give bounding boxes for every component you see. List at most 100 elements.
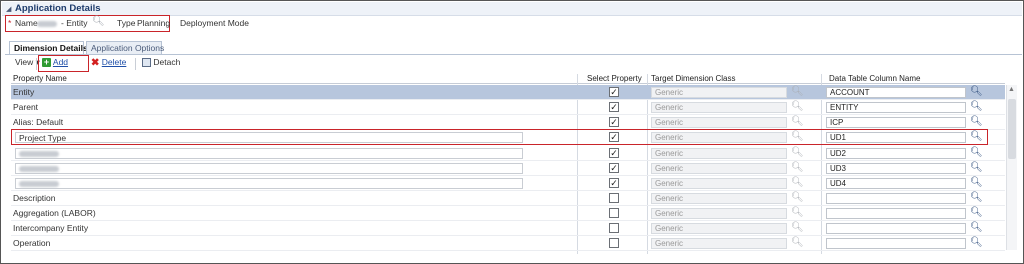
magnifier-icon[interactable]: 🔍︎ xyxy=(791,237,804,248)
target-dimension-class-field[interactable]: Generic xyxy=(651,148,787,159)
column-header-target-dimension-class[interactable]: Target Dimension Class xyxy=(651,74,735,83)
data-table-column-input[interactable]: ACCOUNT xyxy=(826,87,966,98)
data-table-column-value: UD4 xyxy=(830,179,847,188)
select-property-checkbox[interactable]: ✓ xyxy=(609,178,619,188)
table-row[interactable]: Entity ✓ Generic 🔍︎ ACCOUNT 🔍︎ xyxy=(11,85,1005,100)
target-dimension-class-value: Generic xyxy=(655,88,684,97)
application-details-title: Application Details xyxy=(15,3,101,14)
data-table-column-input[interactable] xyxy=(826,238,966,249)
detach-button[interactable]: Detach xyxy=(142,57,180,68)
add-button[interactable]: + Add xyxy=(42,57,68,68)
application-window: ◢ Application Details * Name - Entity 🔍︎… xyxy=(0,0,1024,264)
target-dimension-class-field[interactable]: Generic xyxy=(651,238,787,249)
table-row[interactable]: ✓ Generic 🔍︎ UD3 🔍︎ xyxy=(11,161,1005,176)
property-name-input[interactable] xyxy=(15,148,523,159)
magnifier-icon[interactable]: 🔍︎ xyxy=(970,222,983,233)
detach-icon xyxy=(142,58,151,68)
data-table-column-input[interactable] xyxy=(826,208,966,219)
magnifier-icon[interactable]: 🔍︎ xyxy=(791,192,804,203)
target-dimension-class-value: Generic xyxy=(655,239,684,248)
data-table-column-value: UD2 xyxy=(830,149,847,158)
column-header-select-property[interactable]: Select Property xyxy=(587,74,642,83)
magnifier-icon[interactable]: 🔍︎ xyxy=(791,101,804,112)
select-property-checkbox[interactable]: ✓ xyxy=(609,163,619,173)
table-row[interactable]: Operation Generic 🔍︎ 🔍︎ xyxy=(11,236,1005,251)
data-table-column-input[interactable] xyxy=(826,193,966,204)
select-property-checkbox[interactable] xyxy=(609,238,619,248)
target-dimension-class-value: Generic xyxy=(655,103,684,112)
magnifier-icon[interactable]: 🔍︎ xyxy=(791,207,804,218)
target-dimension-class-value: Generic xyxy=(655,118,684,127)
type-value: Planning xyxy=(137,18,171,28)
data-table-column-input[interactable]: UD2 xyxy=(826,148,966,159)
target-dimension-class-field[interactable]: Generic xyxy=(651,223,787,234)
type-label: Type xyxy=(117,18,136,28)
target-dimension-class-value: Generic xyxy=(655,179,684,188)
magnifier-icon[interactable]: 🔍︎ xyxy=(970,192,983,203)
table-row[interactable]: Aggregation (LABOR) Generic 🔍︎ 🔍︎ xyxy=(11,206,1005,221)
magnifier-icon[interactable]: 🔍︎ xyxy=(791,86,804,97)
table-row[interactable]: ✓ Generic 🔍︎ UD2 🔍︎ xyxy=(11,146,1005,161)
target-dimension-class-field[interactable]: Generic xyxy=(651,163,787,174)
magnifier-icon[interactable]: 🔍︎ xyxy=(791,222,804,233)
magnifier-icon[interactable]: 🔍︎ xyxy=(970,116,983,127)
magnifier-icon[interactable]: 🔍︎ xyxy=(970,147,983,158)
required-marker: * xyxy=(8,18,12,28)
magnifier-icon[interactable]: 🔍︎ xyxy=(970,237,983,248)
scroll-up-icon[interactable]: ▲ xyxy=(1008,86,1015,93)
magnifier-icon[interactable]: 🔍︎ xyxy=(970,207,983,218)
magnifier-icon[interactable]: 🔍︎ xyxy=(970,177,983,188)
table-row[interactable]: Parent ✓ Generic 🔍︎ ENTITY 🔍︎ xyxy=(11,100,1005,115)
property-name-text: Intercompany Entity xyxy=(13,223,89,233)
vertical-scrollbar[interactable]: ▲ xyxy=(1006,85,1017,250)
scrollbar-thumb[interactable] xyxy=(1008,99,1016,159)
search-icon[interactable]: 🔍︎ xyxy=(92,16,105,27)
data-table-column-value: ICP xyxy=(830,118,844,127)
magnifier-icon[interactable]: 🔍︎ xyxy=(970,162,983,173)
table-row[interactable]: Alias: Default ✓ Generic 🔍︎ ICP 🔍︎ xyxy=(11,115,1005,130)
name-value-redacted xyxy=(37,18,57,28)
select-property-checkbox[interactable]: ✓ xyxy=(609,148,619,158)
select-property-checkbox[interactable] xyxy=(609,208,619,218)
target-dimension-class-field[interactable]: Generic xyxy=(651,87,787,98)
select-property-checkbox[interactable] xyxy=(609,223,619,233)
select-property-checkbox[interactable]: ✓ xyxy=(609,102,619,112)
tab-dimension-details[interactable]: Dimension Details xyxy=(9,41,88,55)
delete-button[interactable]: ✖ Delete xyxy=(91,57,126,68)
data-table-column-input[interactable]: ICP xyxy=(826,117,966,128)
magnifier-icon[interactable]: 🔍︎ xyxy=(791,116,804,127)
magnifier-icon[interactable]: 🔍︎ xyxy=(791,147,804,158)
target-dimension-class-field[interactable]: Generic xyxy=(651,117,787,128)
select-property-checkbox[interactable]: ✓ xyxy=(609,117,619,127)
data-table-column-value: UD3 xyxy=(830,164,847,173)
column-header-property-name[interactable]: Property Name xyxy=(13,74,67,83)
application-details-header[interactable]: ◢ Application Details xyxy=(2,2,1022,16)
property-name-text: Alias: Default xyxy=(13,117,64,127)
data-table-column-input[interactable]: UD3 xyxy=(826,163,966,174)
table-header: Property Name Select Property Target Dim… xyxy=(11,74,1005,84)
target-dimension-class-field[interactable]: Generic xyxy=(651,208,787,219)
data-table-column-input[interactable]: UD4 xyxy=(826,178,966,189)
target-dimension-class-field[interactable]: Generic xyxy=(651,193,787,204)
column-header-data-table-column-name[interactable]: Data Table Column Name xyxy=(829,74,920,83)
target-dimension-class-value: Generic xyxy=(655,209,684,218)
tab-application-options[interactable]: Application Options xyxy=(86,41,165,54)
tab-label: Application Options xyxy=(91,43,165,53)
table-row[interactable]: Description Generic 🔍︎ 🔍︎ xyxy=(11,191,1005,206)
target-dimension-class-field[interactable]: Generic xyxy=(651,102,787,113)
property-name-input[interactable] xyxy=(15,163,523,174)
select-property-checkbox[interactable]: ✓ xyxy=(609,87,619,97)
property-name-input[interactable] xyxy=(15,178,523,189)
magnifier-icon[interactable]: 🔍︎ xyxy=(970,101,983,112)
table-row[interactable]: ✓ Generic 🔍︎ UD4 🔍︎ xyxy=(11,176,1005,191)
magnifier-icon[interactable]: 🔍︎ xyxy=(970,86,983,97)
data-table-column-input[interactable]: ENTITY xyxy=(826,102,966,113)
plus-icon: + xyxy=(42,57,51,68)
magnifier-icon[interactable]: 🔍︎ xyxy=(791,162,804,173)
collapse-triangle-icon[interactable]: ◢ xyxy=(6,5,11,13)
table-row[interactable]: Intercompany Entity Generic 🔍︎ 🔍︎ xyxy=(11,221,1005,236)
magnifier-icon[interactable]: 🔍︎ xyxy=(791,177,804,188)
data-table-column-input[interactable] xyxy=(826,223,966,234)
target-dimension-class-field[interactable]: Generic xyxy=(651,178,787,189)
select-property-checkbox[interactable] xyxy=(609,193,619,203)
